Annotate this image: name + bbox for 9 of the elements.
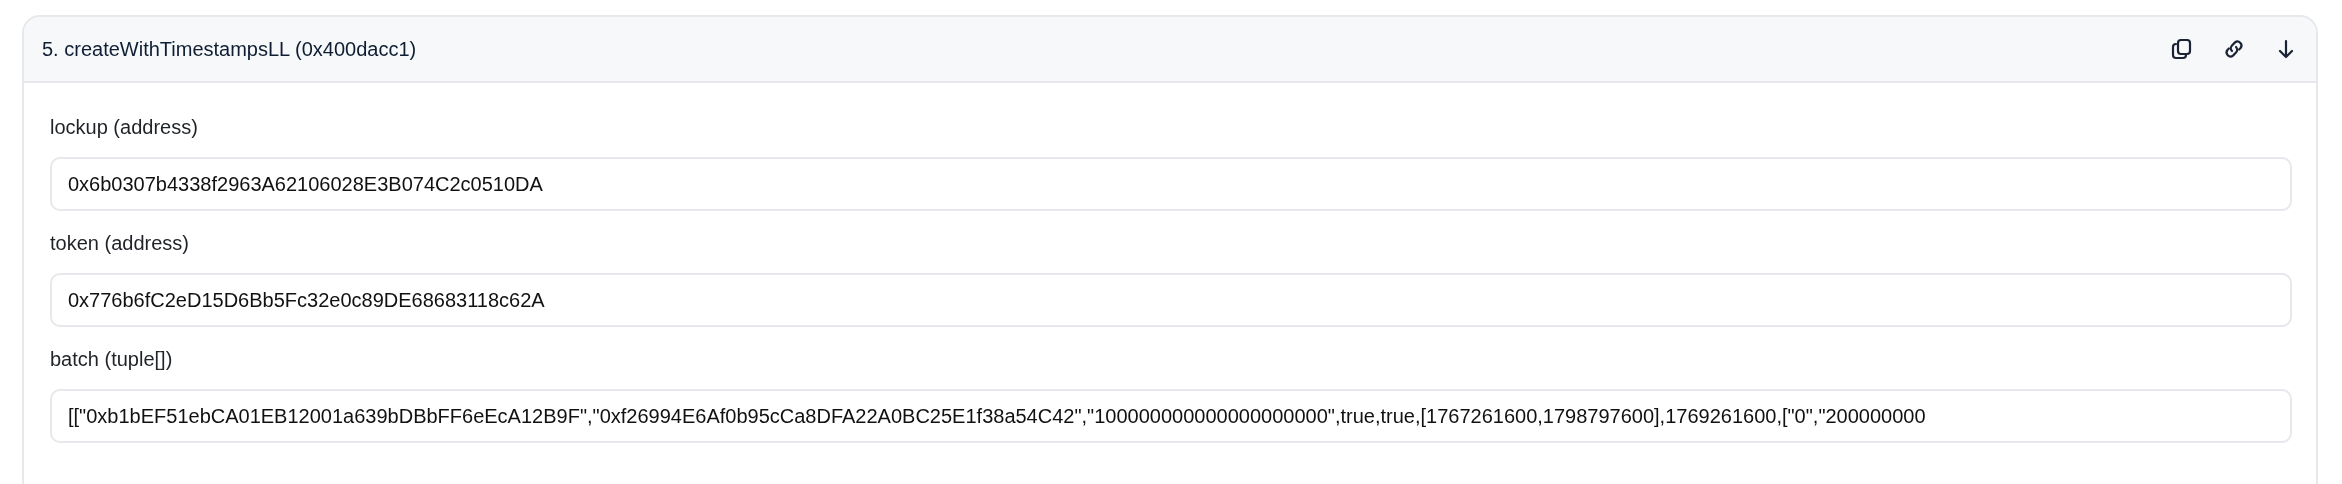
function-title: 5. createWithTimestampsLL (0x400dacc1) [42, 37, 417, 61]
field-label: lockup (address) [50, 115, 199, 139]
field-label: batch (tuple[]) [50, 347, 174, 371]
field-label: token (address) [50, 231, 190, 255]
input-field[interactable]: [["0xb1bEF51ebCA01EB12001a639bDBbFF6eEcA12B9F","0xf26994E6Af0b95cCa8DFA22A0BC25E1f38a54C42","100000000000000000000",true,true,[1767261600,1798797600],1769261600,["0","200000000 [50, 389, 2292, 443]
input-field[interactable]: 0x776b6fC2eD15D6Bb5Fc32e0c89DE68683118c62A [50, 273, 2292, 327]
link-icon[interactable] [2222, 37, 2246, 61]
input-field[interactable]: 0x6b0307b4338f2963A62106028E3B074C2c0510DA [50, 157, 2292, 211]
copy-icon[interactable] [2170, 37, 2194, 61]
